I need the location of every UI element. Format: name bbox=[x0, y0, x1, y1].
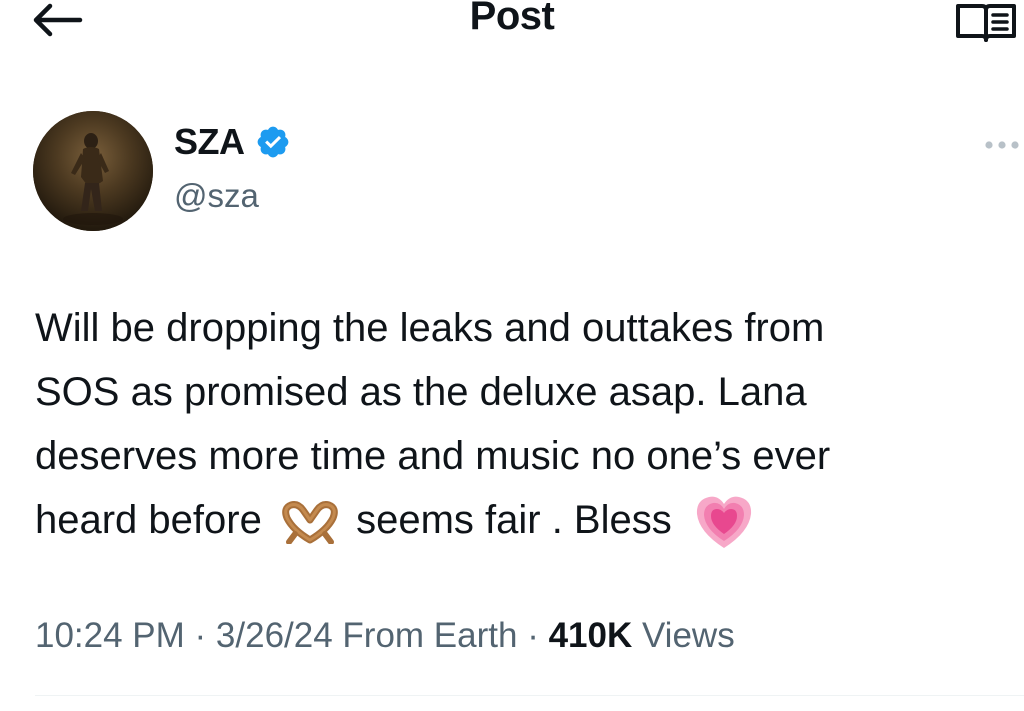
views-count[interactable]: 410K bbox=[549, 616, 633, 655]
post-line: deserves more time and music no one’s ev… bbox=[35, 434, 831, 478]
avatar[interactable] bbox=[33, 111, 153, 231]
post-meta: 10:24 PM · 3/26/24 From Earth · 410K Vie… bbox=[35, 616, 735, 656]
separator: · bbox=[517, 616, 549, 655]
views-label[interactable]: Views bbox=[632, 616, 735, 655]
reader-mode-icon bbox=[956, 4, 1016, 42]
reader-mode-button[interactable] bbox=[955, 0, 1017, 44]
author-handle[interactable]: @sza bbox=[174, 177, 259, 215]
post-line: SOS as promised as the deluxe asap. Lana bbox=[35, 370, 807, 414]
verified-badge-icon bbox=[257, 126, 288, 158]
post-line-text: seems fair . Bless bbox=[356, 498, 672, 542]
divider bbox=[35, 695, 1024, 696]
post-text: Will be dropping the leaks and outtakes … bbox=[35, 296, 995, 552]
heart-hands-emoji bbox=[282, 501, 338, 545]
post-line: Will be dropping the leaks and outtakes … bbox=[35, 306, 825, 350]
post-time[interactable]: 10:24 PM bbox=[35, 616, 185, 655]
post-source: From Earth bbox=[332, 616, 518, 655]
more-options-button[interactable] bbox=[983, 135, 1024, 155]
post-date[interactable]: 3/26/24 bbox=[216, 616, 333, 655]
author-name[interactable]: SZA bbox=[174, 121, 245, 163]
page-title: Post bbox=[469, 0, 555, 38]
avatar-image bbox=[33, 111, 153, 231]
more-horizontal-icon bbox=[985, 141, 1019, 149]
post-page: Post SZA @sza Will be dropping the leaks… bbox=[0, 0, 1024, 711]
post-line-text: heard before bbox=[35, 498, 262, 542]
growing-heart-emoji bbox=[696, 497, 751, 549]
author-name-row[interactable]: SZA bbox=[174, 121, 291, 163]
separator: · bbox=[184, 616, 216, 655]
post-line: heard before seems fair . Bless bbox=[35, 488, 995, 552]
